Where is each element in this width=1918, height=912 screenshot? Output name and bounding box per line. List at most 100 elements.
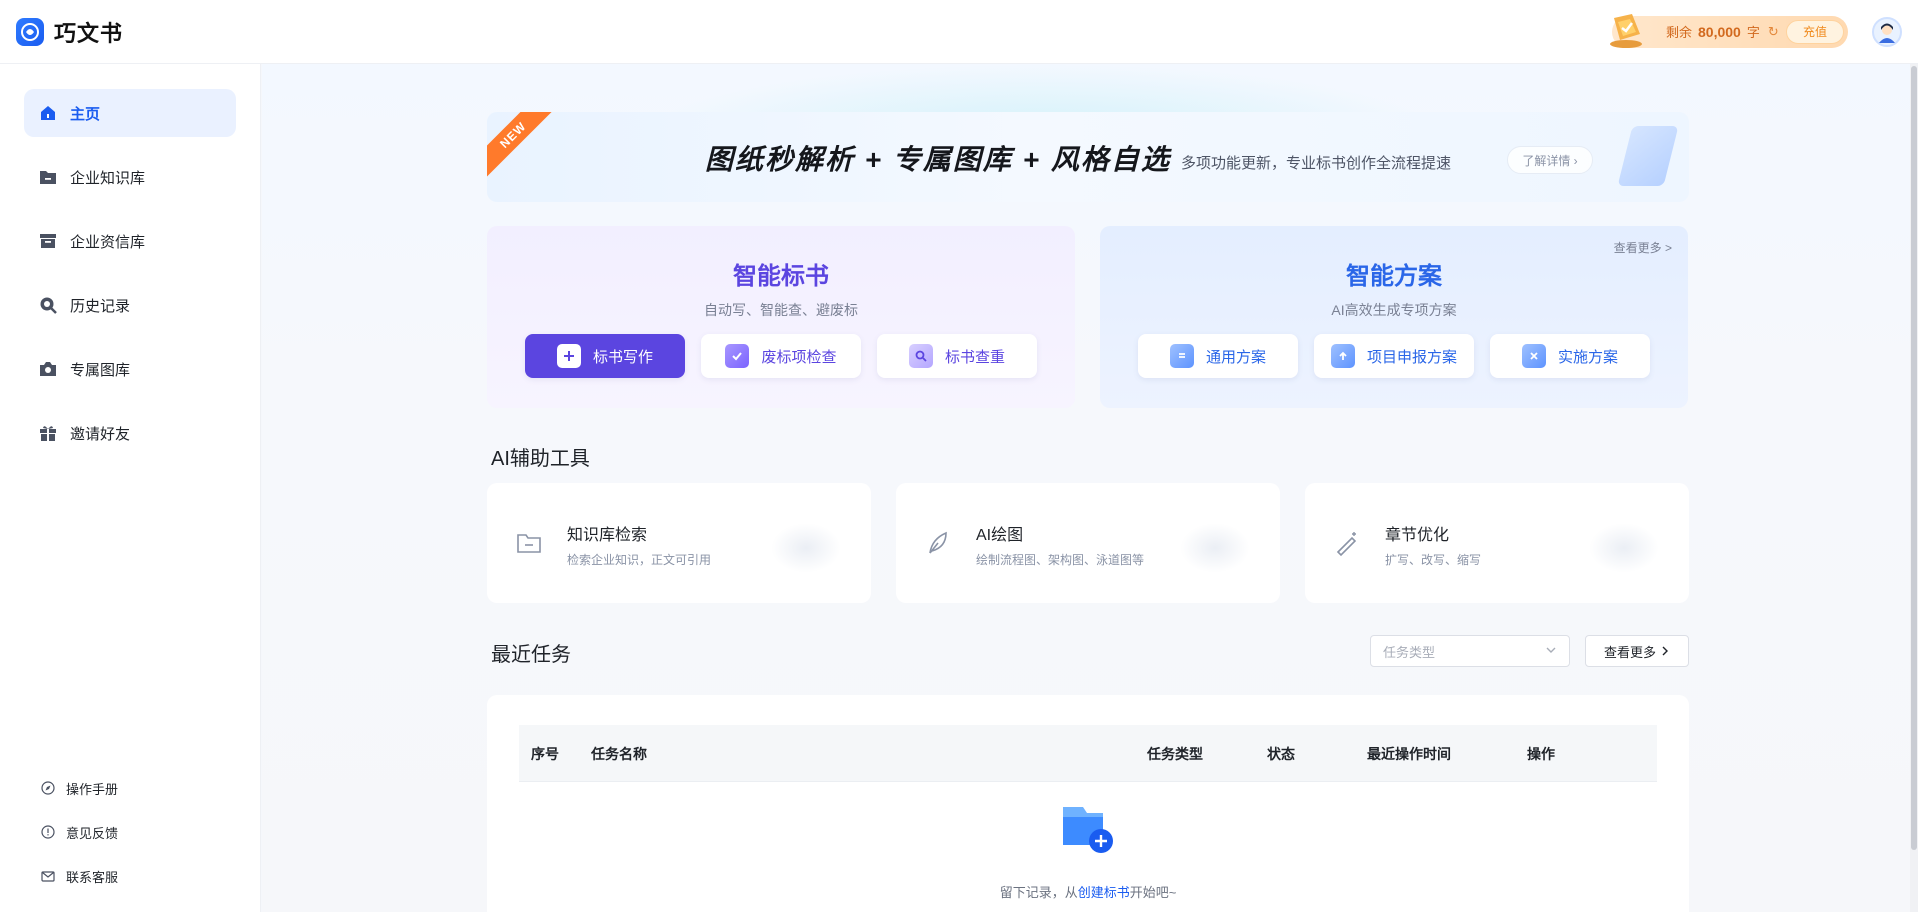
knowledge-search-card[interactable]: 知识库检索 检索企业知识，正文可引用 [487, 483, 871, 603]
magic-wand-icon [1327, 523, 1367, 563]
word-balance: 剩余 80,000 字 ↻ 充值 [1610, 13, 1848, 48]
sidebar-item-history[interactable]: 历史记录 [24, 281, 236, 329]
card-decoration [771, 523, 841, 573]
tool-name: 知识库检索 [567, 527, 648, 544]
ai-drawing-card[interactable]: AI绘图 绘制流程图、架构图、泳道图等 [896, 483, 1280, 603]
table-header: 序号 任务名称 任务类型 状态 最近操作时间 操作 [519, 725, 1657, 782]
scrollbar[interactable] [1910, 64, 1918, 912]
scrollbar-thumb[interactable] [1911, 66, 1917, 850]
sidebar-item-credentials[interactable]: 企业资信库 [24, 217, 236, 265]
project-application-button[interactable]: 项目申报方案 [1314, 334, 1474, 378]
compass-icon [40, 780, 56, 796]
card-subtitle: AI高效生成专项方案 [1331, 302, 1457, 318]
card-subtitle: 自动写、智能查、避废标 [704, 302, 858, 318]
task-type-select[interactable]: 任务类型 [1370, 635, 1570, 667]
recharge-button[interactable]: 充值 [1786, 19, 1844, 44]
button-label: 标书查重 [944, 348, 1005, 366]
balance-unit: 字 [1746, 25, 1760, 40]
empty-prefix: 留下记录，从 [999, 885, 1078, 900]
promo-banner[interactable]: NEW 图纸秒解析 + 专属图库 + 风格自选 多项功能更新，专业标书创作全流程… [487, 112, 1689, 202]
smart-plan-card: 查看更多 > 智能方案 AI高效生成专项方案 通用方案 项目申报方案 实施方案 [1100, 226, 1688, 408]
tool-name: AI绘图 [976, 527, 1024, 544]
chevron-down-icon [1545, 644, 1557, 659]
folder-icon [38, 167, 58, 187]
manual-link[interactable]: 操作手册 [40, 766, 118, 810]
bid-writing-button[interactable]: 标书写作 [525, 334, 685, 378]
support-link[interactable]: 联系客服 [40, 854, 118, 898]
column-header: 序号 [531, 746, 559, 762]
banner-title: 图纸秒解析 + 专属图库 + 风格自选 [705, 144, 1171, 175]
column-header: 状态 [1267, 746, 1295, 762]
main-content: NEW 图纸秒解析 + 专属图库 + 风格自选 多项功能更新，专业标书创作全流程… [262, 64, 1918, 912]
sidebar: 主页 企业知识库 企业资信库 历史记录 专属图库 邀请好友 操作手册 意见反馈 … [0, 64, 261, 912]
add-doc-icon [556, 344, 581, 368]
duplicate-check-button[interactable]: 标书查重 [877, 334, 1037, 378]
search-doc-icon [908, 344, 933, 368]
card-title: 智能标书 [733, 263, 829, 290]
card-decoration [1180, 523, 1250, 573]
new-badge: NEW [487, 112, 564, 186]
empty-suffix: 开始吧~ [1129, 885, 1177, 900]
sidebar-item-knowledge-base[interactable]: 企业知识库 [24, 153, 236, 201]
ai-tools-title: AI辅助工具 [491, 448, 590, 470]
feather-pen-icon [918, 523, 958, 563]
sidebar-item-home[interactable]: 主页 [24, 89, 236, 137]
tool-desc: 绘制流程图、架构图、泳道图等 [976, 553, 1145, 567]
sidebar-item-label: 专属图库 [70, 361, 131, 379]
balance-value: 80,000 [1698, 23, 1741, 40]
implementation-plan-button[interactable]: 实施方案 [1490, 334, 1650, 378]
balance-label: 剩余 [1666, 25, 1693, 40]
doc-lines-icon [1169, 344, 1194, 368]
button-label: 实施方案 [1557, 348, 1618, 366]
learn-more-button[interactable]: 了解详情 › [1507, 146, 1593, 174]
sidebar-item-invite[interactable]: 邀请好友 [24, 409, 236, 457]
card-title: 智能方案 [1346, 263, 1442, 290]
tools-doc-icon [1521, 344, 1546, 368]
check-doc-icon [725, 344, 750, 368]
plan-more-link[interactable]: 查看更多 > [1614, 239, 1672, 256]
crown-badge-icon [1610, 13, 1642, 48]
support-label: 联系客服 [66, 869, 119, 885]
manual-label: 操作手册 [66, 781, 119, 797]
brand[interactable]: 巧文书 [16, 16, 123, 48]
sidebar-item-gallery[interactable]: 专属图库 [24, 345, 236, 393]
chevron-right-icon [1660, 644, 1670, 659]
button-label: 通用方案 [1205, 348, 1266, 366]
camera-icon [38, 359, 58, 379]
avatar[interactable] [1872, 16, 1902, 47]
upload-doc-icon [1330, 344, 1355, 368]
refresh-icon[interactable]: ↻ [1768, 24, 1779, 40]
feedback-label: 意见反馈 [66, 825, 119, 841]
sidebar-item-label: 主页 [70, 105, 101, 123]
tool-name: 章节优化 [1385, 527, 1450, 544]
banner-decoration [1617, 126, 1679, 186]
card-decoration [1589, 523, 1659, 573]
sidebar-item-label: 邀请好友 [70, 425, 131, 443]
gift-icon [38, 423, 58, 443]
recent-tasks-title: 最近任务 [491, 644, 571, 666]
column-header: 任务名称 [591, 746, 647, 762]
info-icon [40, 824, 56, 840]
feedback-link[interactable]: 意见反馈 [40, 810, 118, 854]
button-label: 标书写作 [592, 348, 653, 366]
recent-tasks-table: 序号 任务名称 任务类型 状态 最近操作时间 操作 留下记录，从创建标书开始吧~ [487, 695, 1689, 912]
smart-bid-card: 智能标书 自动写、智能查、避废标 标书写作 废标项检查 标书查重 [487, 226, 1075, 408]
tool-desc: 检索企业知识，正文可引用 [567, 553, 712, 567]
archive-icon [38, 231, 58, 251]
view-more-button[interactable]: 查看更多 [1585, 635, 1689, 667]
chapter-optimize-card[interactable]: 章节优化 扩写、改写、缩写 [1305, 483, 1689, 603]
empty-state: 留下记录，从创建标书开始吧~ [487, 803, 1689, 901]
empty-message: 留下记录，从创建标书开始吧~ [487, 882, 1689, 901]
general-plan-button[interactable]: 通用方案 [1138, 334, 1298, 378]
user-avatar-icon [1879, 23, 1895, 43]
app-name: 巧文书 [54, 20, 124, 46]
column-header: 操作 [1527, 746, 1555, 762]
folder-outline-icon [509, 523, 549, 563]
sidebar-item-label: 企业知识库 [70, 169, 146, 187]
create-bid-link[interactable]: 创建标书 [1078, 885, 1130, 900]
create-document-icon [1063, 807, 1113, 853]
button-label: 废标项检查 [761, 348, 837, 366]
history-search-icon [38, 295, 58, 315]
disqualification-check-button[interactable]: 废标项检查 [701, 334, 861, 378]
recent-tasks-header: 最近任务 任务类型 查看更多 [487, 635, 1689, 667]
